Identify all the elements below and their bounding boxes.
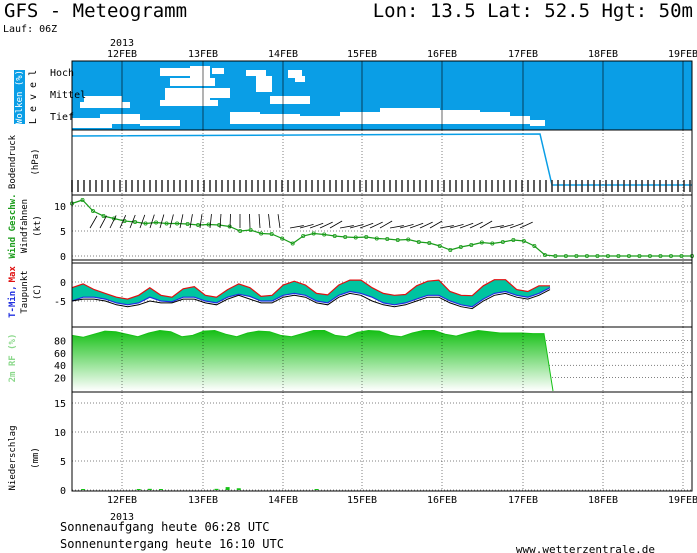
top-year-label: 2013 — [110, 38, 134, 49]
cloud-patch — [480, 112, 510, 124]
cloud-level-tief: Tief — [50, 112, 74, 123]
cloud-level-hoch: Hoch — [50, 68, 74, 79]
bottom-date-label: 14FEB — [268, 495, 298, 506]
precip-bar — [225, 487, 230, 490]
wind-panel-label: Wind Geschw. — [7, 193, 18, 258]
cloud-patch — [270, 96, 310, 104]
temperature-panel-label: T-Min, Max — [7, 266, 18, 318]
pressure-panel-label: Bodendruck — [8, 134, 18, 189]
cloud-panel-label: Wolken (%) — [15, 70, 25, 124]
panel-frame — [71, 194, 693, 264]
bottom-date-label: 19FEB — [668, 495, 697, 506]
cloud-patch — [210, 88, 230, 98]
cloud-patch — [380, 108, 440, 124]
chart-title: GFS - Meteogramm — [4, 0, 187, 22]
humidity-tick-label: 40 — [54, 361, 66, 372]
humidity-area — [72, 330, 553, 391]
cloud-patch — [140, 120, 180, 126]
cloud-level-label: L e v e l — [28, 70, 39, 124]
wind-unit-label: (kt) — [33, 215, 43, 237]
location-info: Lon: 13.5 Lat: 52.5 Hgt: 50m — [373, 0, 693, 22]
precip-tick-label: 15 — [54, 399, 66, 410]
precip-tick-label: 0 — [60, 486, 66, 497]
bottom-date-label: 13FEB — [188, 495, 218, 506]
precipitation-panel-label: Niederschlag — [8, 425, 18, 490]
top-date-label: 19FEB — [668, 49, 697, 60]
cloud-level-mittel: Mittel — [50, 90, 86, 101]
cloud-patch — [295, 76, 305, 82]
precip-bar — [214, 488, 219, 490]
sunrise-text: Sonnenaufgang heute 06:28 UTC — [60, 520, 270, 534]
panel-frames — [71, 129, 693, 492]
top-date-label: 15FEB — [347, 49, 377, 60]
panel-frame — [71, 391, 693, 492]
humidity-tick-label: 80 — [54, 336, 66, 347]
cloud-patch — [190, 66, 210, 78]
run-label: Lauf: 06Z — [3, 24, 57, 35]
top-date-label: 14FEB — [268, 49, 298, 60]
bottom-date-label: 16FEB — [427, 495, 457, 506]
top-date-label: 13FEB — [188, 49, 218, 60]
tmax-label: Max — [8, 266, 18, 283]
top-date-axis: 12FEB 13FEB 14FEB 15FEB 16FEB 17FEB 18FEB 19FEB — [107, 49, 697, 60]
temp-tick-label: 0 — [60, 278, 66, 289]
sunset-text: Sonnenuntergang heute 16:10 UTC — [60, 537, 284, 551]
pressure-unit-label: (hPa) — [31, 148, 41, 175]
cloud-patch — [530, 120, 545, 126]
dewpoint-label: Taupunkt — [20, 270, 30, 313]
temperature-unit-label: (C) — [33, 284, 43, 300]
cloud-patch — [440, 110, 480, 124]
bottom-date-label: 12FEB — [107, 495, 137, 506]
cloud-patch — [340, 112, 380, 124]
top-date-label: 16FEB — [427, 49, 457, 60]
precip-bar — [236, 488, 241, 490]
precip-bar — [81, 489, 86, 490]
cloud-side-label: Wolken (%) L e v e l — [14, 70, 39, 124]
bottom-date-label: 18FEB — [588, 495, 618, 506]
cloud-patch — [260, 114, 300, 124]
cloud-patch — [80, 102, 130, 108]
cloud-patch — [230, 112, 260, 124]
wind-tick-label: 10 — [54, 202, 66, 213]
wind-tick-label: 5 — [60, 227, 66, 238]
cloud-patch — [170, 78, 215, 86]
bottom-date-label: 17FEB — [508, 495, 538, 506]
tmin-label: T-Min, — [7, 285, 18, 318]
cloud-patch — [510, 116, 530, 124]
humidity-tick-label: 60 — [54, 349, 66, 360]
cloud-patch — [100, 114, 140, 124]
cloud-patch — [300, 116, 340, 124]
bottom-date-axis: 12FEB 13FEB 14FEB 15FEB 16FEB 17FEB 18FEB 19FEB — [107, 495, 697, 506]
humidity-panel-label: 2m RF (%) — [8, 334, 18, 383]
cloud-patch — [160, 68, 190, 76]
precip-tick-label: 5 — [60, 457, 66, 468]
cloud-patch — [246, 70, 266, 76]
wind-barbs-label: Windfahnen — [20, 199, 30, 253]
cloud-patch — [160, 100, 218, 106]
cloud-patch — [84, 96, 122, 102]
site-url: www.wetterzentrale.de — [516, 543, 655, 553]
precip-tick-label: 10 — [54, 428, 66, 439]
meteogram-chart: GFS - Meteogramm Lon: 13.5 Lat: 52.5 Hgt… — [3, 0, 697, 553]
humidity-tick-label: 20 — [54, 374, 66, 385]
wind-tick-label: 0 — [60, 252, 66, 263]
top-date-label: 17FEB — [508, 49, 538, 60]
precip-bar — [314, 489, 319, 490]
precip-bar — [147, 488, 152, 490]
precip-bar — [158, 489, 163, 490]
temp-tick-label: -5 — [54, 297, 66, 308]
cloud-patch — [212, 68, 224, 74]
bottom-date-label: 15FEB — [347, 495, 377, 506]
top-date-label: 18FEB — [588, 49, 618, 60]
cloud-patch — [256, 76, 272, 84]
precipitation-unit-label: (mm) — [31, 447, 41, 469]
top-date-label: 12FEB — [107, 49, 137, 60]
cloud-patch — [256, 84, 272, 92]
cloud-panel — [71, 60, 693, 131]
precip-bar — [136, 489, 141, 490]
